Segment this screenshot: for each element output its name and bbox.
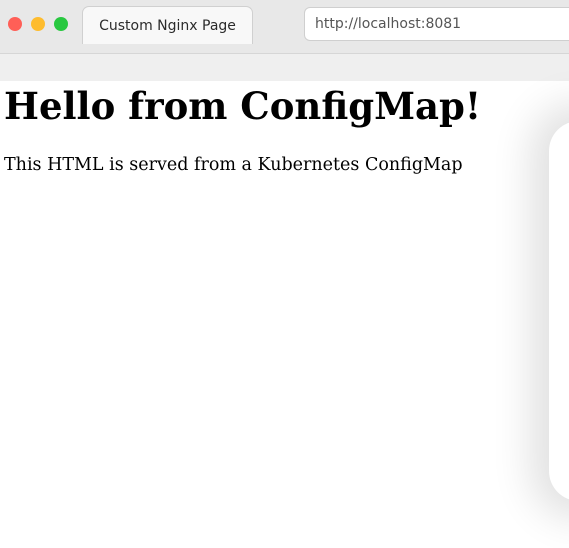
maximize-window-icon[interactable] [54, 17, 68, 31]
overlay-shadow [549, 121, 569, 501]
browser-window: Custom Nginx Page http://localhost:8081 … [0, 0, 569, 548]
minimize-window-icon[interactable] [31, 17, 45, 31]
tab-title: Custom Nginx Page [99, 17, 236, 34]
close-window-icon[interactable] [8, 17, 22, 31]
tab-active[interactable]: Custom Nginx Page [82, 6, 253, 44]
page-paragraph: This HTML is served from a Kubernetes Co… [4, 155, 463, 175]
browser-titlebar: Custom Nginx Page http://localhost:8081 [0, 0, 569, 54]
address-url: http://localhost:8081 [315, 16, 462, 32]
browser-toolbar-strip [0, 54, 569, 81]
page-heading: Hello from ConfigMap! [4, 84, 482, 128]
address-bar[interactable]: http://localhost:8081 [304, 7, 569, 41]
page-viewport: Hello from ConfigMap! This HTML is serve… [0, 81, 569, 548]
